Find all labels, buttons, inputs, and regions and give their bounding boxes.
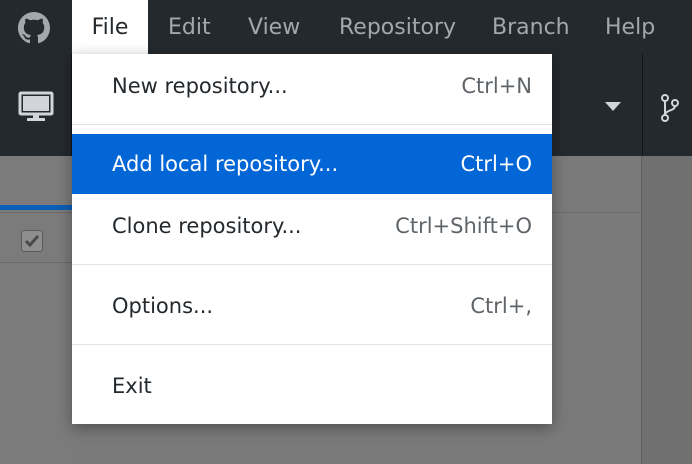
menu-item-new-repository[interactable]: New repository... Ctrl+N	[72, 56, 552, 116]
menu-item-label: Exit	[112, 374, 152, 398]
menu-separator	[72, 124, 552, 125]
menu-item-shortcut: Ctrl+,	[470, 294, 532, 318]
github-logo-icon[interactable]	[18, 12, 50, 44]
menu-item-label: Options...	[112, 294, 214, 318]
menu-item-label: New repository...	[112, 74, 288, 98]
menu-edit[interactable]: Edit	[168, 0, 211, 54]
row-divider	[0, 262, 72, 263]
menu-separator	[72, 344, 552, 345]
app-menubar: File Edit View Repository Branch Help	[0, 0, 692, 54]
menu-view[interactable]: View	[248, 0, 300, 54]
menu-item-options[interactable]: Options... Ctrl+,	[72, 276, 552, 336]
menu-item-shortcut: Ctrl+O	[460, 152, 533, 176]
menu-item-label: Clone repository...	[112, 214, 302, 238]
menu-item-exit[interactable]: Exit	[72, 356, 552, 416]
file-menu-dropdown: New repository... Ctrl+N Add local repos…	[72, 54, 552, 424]
menu-item-clone-repository[interactable]: Clone repository... Ctrl+Shift+O	[72, 196, 552, 256]
chevron-down-icon[interactable]	[603, 100, 623, 112]
branch-icon[interactable]	[660, 92, 680, 124]
right-pane	[642, 156, 692, 464]
menu-item-label: Add local repository...	[112, 152, 339, 176]
menu-item-shortcut: Ctrl+Shift+O	[395, 214, 532, 238]
menu-item-add-local-repository[interactable]: Add local repository... Ctrl+O	[72, 134, 552, 194]
menu-file[interactable]: File	[72, 0, 148, 54]
menu-item-shortcut: Ctrl+N	[461, 74, 532, 98]
monitor-icon[interactable]	[18, 91, 54, 123]
menu-repository[interactable]: Repository	[339, 0, 456, 54]
repository-list-pane	[0, 156, 72, 464]
toolbar-divider	[642, 54, 643, 156]
menu-separator	[72, 264, 552, 265]
menu-help[interactable]: Help	[605, 0, 655, 54]
checkmark-icon	[24, 235, 40, 248]
active-tab-indicator	[0, 205, 72, 210]
select-all-checkbox[interactable]	[21, 230, 43, 252]
menu-branch[interactable]: Branch	[492, 0, 570, 54]
